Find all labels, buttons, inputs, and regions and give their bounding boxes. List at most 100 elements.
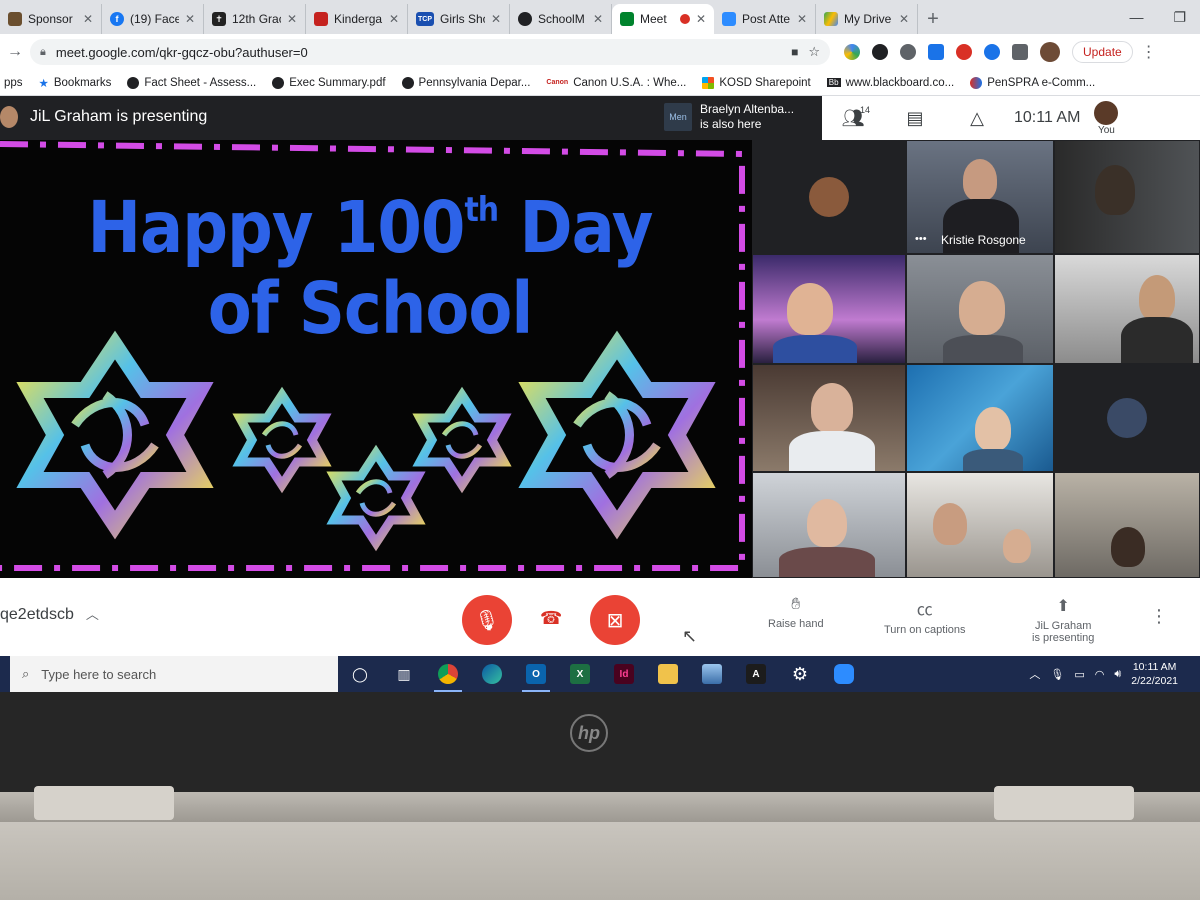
bookmark-exec-summary[interactable]: Exec Summary.pdf bbox=[272, 76, 386, 89]
restore-icon[interactable]: ❐ bbox=[1173, 9, 1186, 26]
profile-avatar-icon[interactable] bbox=[1040, 42, 1060, 62]
acrobat-app[interactable]: A bbox=[734, 656, 778, 692]
volume-icon[interactable]: 🔊︎ bbox=[1114, 668, 1121, 681]
settings-app[interactable]: ⚙︎ bbox=[778, 656, 822, 692]
chevron-up-icon[interactable]: ︿ bbox=[1029, 666, 1040, 682]
participant-tile[interactable] bbox=[752, 140, 906, 254]
tab-sponsor[interactable]: Sponsor ✕ bbox=[0, 4, 102, 34]
close-icon[interactable]: ✕ bbox=[696, 12, 706, 26]
bookmark-canon[interactable]: Canon Canon U.S.A. : Whe... bbox=[546, 77, 686, 89]
bookmark-blackboard[interactable]: Bb www.blackboard.co... bbox=[826, 77, 954, 89]
participant-tile[interactable] bbox=[752, 364, 906, 472]
tab-schoolm[interactable]: SchoolM ✕ bbox=[510, 4, 612, 34]
wifi-icon[interactable]: ◠ bbox=[1095, 668, 1105, 681]
tab-facebook[interactable]: f (19) Facel ✕ bbox=[102, 4, 204, 34]
edge-app[interactable] bbox=[470, 656, 514, 692]
dark-extension-icon[interactable] bbox=[872, 44, 888, 60]
tab-kindergarten[interactable]: Kinderga ✕ bbox=[306, 4, 408, 34]
minimize-icon[interactable]: — bbox=[1129, 9, 1143, 25]
close-icon[interactable]: ✕ bbox=[593, 12, 603, 26]
tab-label: Girls Sho bbox=[440, 12, 485, 26]
activities-button[interactable]: △ bbox=[946, 108, 1008, 129]
leave-call-button[interactable]: ☎︎ bbox=[540, 608, 562, 628]
recording-dot-icon bbox=[679, 14, 690, 24]
raise-hand-button[interactable]: ✋︎ Raise hand bbox=[768, 596, 824, 630]
outlook-app[interactable]: O bbox=[514, 656, 558, 692]
browser-menu-icon[interactable]: ⋮ bbox=[1141, 42, 1157, 62]
participant-tile[interactable] bbox=[906, 254, 1054, 364]
participants-button[interactable]: 👥︎ 14 bbox=[822, 105, 884, 129]
present-button[interactable]: ⬆︎ JiL Graham is presenting bbox=[1032, 596, 1094, 644]
close-icon[interactable]: ✕ bbox=[797, 12, 807, 26]
circle-extension-icon[interactable] bbox=[900, 44, 916, 60]
camera-off-button[interactable]: ⊠ bbox=[590, 595, 640, 645]
participant-tile[interactable] bbox=[1054, 254, 1200, 364]
participant-tile[interactable] bbox=[1054, 140, 1200, 254]
drive-extension-icon[interactable] bbox=[844, 44, 860, 60]
participant-tile[interactable] bbox=[906, 472, 1054, 578]
close-icon[interactable]: ✕ bbox=[83, 12, 93, 26]
chrome-app[interactable] bbox=[426, 656, 470, 692]
participant-tile[interactable] bbox=[752, 472, 906, 578]
tab-12th-grade[interactable]: ✝ 12th Grac ✕ bbox=[204, 4, 306, 34]
url-text[interactable]: meet.google.com/qkr-gqcz-obu?authuser=0 bbox=[56, 45, 781, 60]
meeting-details[interactable]: qe2etdscb ︿ bbox=[0, 604, 99, 624]
kindergarten-favicon bbox=[314, 12, 328, 26]
close-icon[interactable]: ✕ bbox=[389, 12, 399, 26]
cortana-button[interactable]: ◯ bbox=[338, 656, 382, 692]
bookmark-apps[interactable]: pps bbox=[4, 77, 23, 89]
red-extension-icon[interactable] bbox=[956, 44, 972, 60]
bookmark-bookmarks[interactable]: ★ Bookmarks bbox=[39, 76, 112, 90]
update-button[interactable]: Update bbox=[1072, 41, 1133, 63]
file-explorer-app[interactable] bbox=[646, 656, 690, 692]
more-options-icon[interactable]: ⋮ bbox=[1150, 606, 1168, 627]
close-icon[interactable]: ✕ bbox=[491, 12, 501, 26]
camera-icon[interactable]: ■ bbox=[791, 45, 798, 59]
self-view[interactable]: You bbox=[1094, 100, 1119, 136]
new-tab-button[interactable]: + bbox=[918, 4, 948, 34]
bookmark-pennsylvania[interactable]: Pennsylvania Depar... bbox=[401, 76, 530, 89]
cross-favicon: ✝ bbox=[212, 12, 226, 26]
chevron-up-icon[interactable]: ︿ bbox=[86, 607, 99, 622]
zoom-app[interactable] bbox=[822, 656, 866, 692]
participant-tile[interactable] bbox=[752, 254, 906, 364]
cloud-extension-icon[interactable] bbox=[928, 44, 944, 60]
close-icon[interactable]: ✕ bbox=[185, 12, 195, 26]
tab-post-attendance[interactable]: Post Atte ✕ bbox=[714, 4, 816, 34]
battery-icon[interactable]: ▭ bbox=[1074, 668, 1084, 681]
puzzle-extension-icon[interactable] bbox=[1012, 44, 1028, 60]
participant-head bbox=[807, 499, 847, 547]
star-small-1 bbox=[232, 386, 332, 494]
close-icon[interactable]: ✕ bbox=[287, 12, 297, 26]
participant-tile[interactable]: ••• Kristie Rosgone bbox=[906, 140, 1054, 254]
participant-body bbox=[1121, 317, 1193, 363]
blue-extension-icon[interactable] bbox=[984, 44, 1000, 60]
blackboard-logo-icon: Bb bbox=[826, 78, 841, 87]
bookmark-penspra[interactable]: PenSPRA e-Comm... bbox=[970, 76, 1095, 89]
bookmark-kosd-sharepoint[interactable]: KOSD Sharepoint bbox=[702, 76, 811, 89]
tab-girls-show[interactable]: TCP Girls Sho ✕ bbox=[408, 4, 510, 34]
participant-tile[interactable] bbox=[1054, 364, 1200, 472]
tab-meet[interactable]: Meet ✕ bbox=[612, 4, 714, 34]
taskbar-clock[interactable]: 10:11 AM 2/22/2021 bbox=[1131, 660, 1178, 688]
close-icon[interactable]: ✕ bbox=[899, 12, 909, 26]
participant-tile[interactable] bbox=[906, 364, 1054, 472]
mic-off-button[interactable]: 🎙︎ bbox=[462, 595, 512, 645]
tab-my-drive[interactable]: My Drive ✕ bbox=[816, 4, 918, 34]
bookmark-star-icon[interactable]: ☆ bbox=[808, 44, 820, 60]
bookmark-fact-sheet[interactable]: Fact Sheet - Assess... bbox=[127, 76, 256, 89]
participant-head bbox=[959, 281, 1005, 335]
captions-button[interactable]: ㏄ Turn on captions bbox=[884, 596, 966, 636]
omnibox[interactable]: 🔒︎ meet.google.com/qkr-gqcz-obu?authuser… bbox=[30, 39, 830, 65]
shapes-icon: △ bbox=[970, 107, 984, 128]
mini-thumbnail: Men bbox=[664, 103, 692, 131]
indesign-app[interactable]: Id bbox=[602, 656, 646, 692]
excel-app[interactable]: X bbox=[558, 656, 602, 692]
bookmark-label: pps bbox=[4, 76, 23, 89]
photos-app[interactable] bbox=[690, 656, 734, 692]
taskbar-search[interactable]: ⌕ Type here to search bbox=[10, 656, 338, 692]
task-view-button[interactable]: ▥ bbox=[382, 656, 426, 692]
chat-button[interactable]: ▤ bbox=[884, 108, 946, 129]
participant-tile[interactable] bbox=[1054, 472, 1200, 578]
back-arrow-icon[interactable]: → bbox=[0, 43, 30, 61]
